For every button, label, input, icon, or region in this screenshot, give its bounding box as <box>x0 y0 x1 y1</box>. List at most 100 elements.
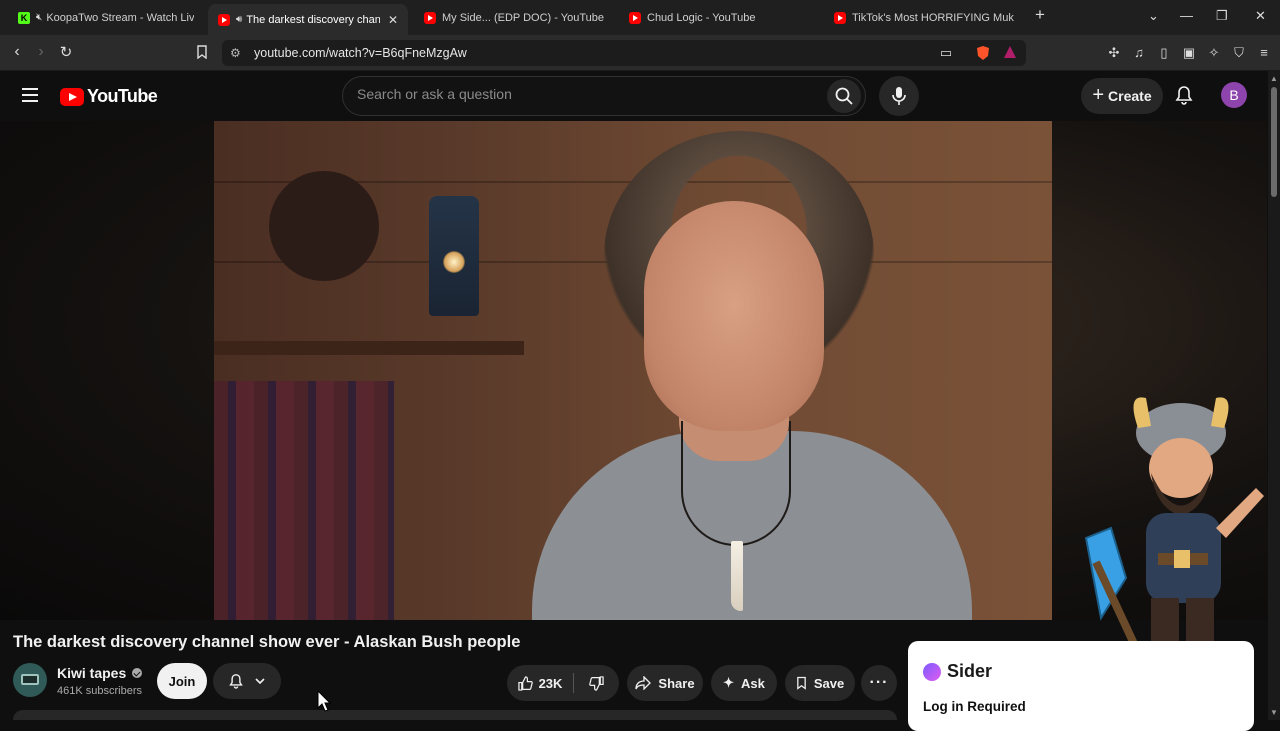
tab-my-side[interactable]: My Side... (EDP DOC) - YouTube <box>414 4 614 31</box>
close-window-icon[interactable]: ✕ <box>1255 8 1266 24</box>
verified-badge-icon <box>132 668 143 678</box>
close-tab-icon[interactable]: ✕ <box>388 13 398 27</box>
lantern <box>429 196 479 316</box>
tooth-pendant <box>731 541 743 611</box>
sidebar-icon[interactable]: ▯ <box>1156 45 1172 61</box>
plaid-blanket <box>214 381 394 620</box>
shelf <box>214 341 524 355</box>
video-title: The darkest discovery channel show ever … <box>13 633 521 651</box>
search-button[interactable] <box>827 79 861 113</box>
page-scrollbar[interactable]: ▲ ▼ <box>1268 71 1280 720</box>
scroll-down-arrow-icon[interactable]: ▼ <box>1270 708 1278 717</box>
vpn-icon[interactable]: ⛉ <box>1231 45 1247 61</box>
scrollbar-thumb[interactable] <box>1271 87 1277 197</box>
tab-label: TikTok's Most HORRIFYING Mukbang <box>852 11 1014 24</box>
plus-icon: + <box>1092 83 1105 106</box>
youtube-header: YouTube + Create B <box>0 71 1280 121</box>
sider-brain-icon <box>923 662 941 681</box>
tab-label: The darkest discovery channe <box>246 13 380 26</box>
brave-rewards-icon[interactable] <box>1002 45 1018 61</box>
bell-icon <box>229 674 243 689</box>
microphone-icon <box>892 87 906 105</box>
speaker-icon[interactable]: 🔊︎ <box>236 14 242 25</box>
avatar-letter: B <box>1229 87 1239 103</box>
sider-brand-text: Sider <box>947 661 993 681</box>
sider-login-status[interactable]: Log in Required <box>923 699 1026 714</box>
ask-button[interactable]: ✦ Ask <box>711 665 777 701</box>
save-button[interactable]: Save <box>785 665 855 701</box>
cast-icon[interactable]: ▭ <box>938 45 954 61</box>
channel-name-row[interactable]: Kiwi tapes <box>57 665 143 681</box>
lantern-glow <box>443 251 465 273</box>
sider-brand: Sider <box>923 661 992 682</box>
ask-label: Ask <box>741 675 765 691</box>
thumbs-up-icon <box>517 675 533 691</box>
notifications-bell-icon[interactable] <box>1175 85 1193 110</box>
reload-icon[interactable]: ↻ <box>56 43 76 61</box>
notification-settings-button[interactable] <box>213 663 281 699</box>
youtube-play-icon <box>60 87 84 106</box>
like-button[interactable]: 23K <box>507 665 573 701</box>
chevron-down-icon <box>255 678 265 684</box>
tab-tiktok-mukbang[interactable]: TikTok's Most HORRIFYING Mukbang <box>824 4 1024 31</box>
channel-name[interactable]: Kiwi tapes <box>57 665 126 681</box>
tab-label: Chud Logic - YouTube <box>647 11 756 24</box>
hamburger-menu-icon[interactable] <box>22 88 38 102</box>
minimize-icon[interactable]: — <box>1180 8 1193 23</box>
create-button[interactable]: + Create <box>1081 78 1163 114</box>
mouse-cursor-icon <box>317 690 331 712</box>
address-bar[interactable]: ⚙︎ youtube.com/watch?v=B6qFneMzgAw <box>222 40 1026 66</box>
join-button[interactable]: Join <box>157 663 207 699</box>
video-frame[interactable] <box>214 121 1052 620</box>
new-tab-icon[interactable]: + <box>1035 5 1045 25</box>
search-input[interactable] <box>357 86 817 102</box>
youtube-icon <box>629 11 641 24</box>
share-arrow-icon <box>635 676 652 690</box>
dislike-button[interactable] <box>574 665 619 701</box>
more-actions-icon[interactable]: ··· <box>861 665 897 701</box>
tab-label: My Side... (EDP DOC) - YouTube <box>442 11 604 24</box>
search-box <box>342 76 866 116</box>
tab-label: KoopaTwo Stream - Watch Live o <box>46 11 194 24</box>
back-icon[interactable]: ‹ <box>7 43 27 61</box>
subscriber-count: 461K subscribers <box>57 685 142 697</box>
like-count: 23K <box>538 675 563 691</box>
sider-panel[interactable]: Sider Log in Required <box>908 641 1254 731</box>
extensions-icon[interactable]: ✣ <box>1106 45 1122 61</box>
tab-list-chevron-icon[interactable]: ⌄ <box>1148 8 1159 24</box>
restore-icon[interactable]: ❐ <box>1216 8 1228 24</box>
create-label: Create <box>1108 88 1152 104</box>
account-avatar[interactable]: B <box>1221 82 1247 108</box>
youtube-logo[interactable]: YouTube <box>60 86 158 107</box>
channel-avatar[interactable] <box>13 663 47 697</box>
brave-shields-icon[interactable] <box>975 45 991 61</box>
site-info-icon[interactable]: ⚙︎ <box>230 46 241 60</box>
save-bookmark-icon <box>796 676 807 690</box>
scroll-up-arrow-icon[interactable]: ▲ <box>1270 74 1278 83</box>
wall-mount <box>269 171 379 281</box>
menu-icon[interactable]: ≡ <box>1256 45 1272 61</box>
youtube-icon <box>834 11 846 24</box>
sparkle-icon: ✦ <box>723 675 735 690</box>
wallet-icon[interactable]: ▣ <box>1181 45 1197 61</box>
tab-chud-logic[interactable]: Chud Logic - YouTube <box>619 4 819 31</box>
media-icon[interactable]: ♫ <box>1131 45 1147 61</box>
necklace-cord <box>681 421 791 546</box>
tab-darkest-discovery[interactable]: 🔊︎ The darkest discovery channe ✕ <box>208 4 408 35</box>
share-label: Share <box>658 675 695 691</box>
forward-icon[interactable]: › <box>31 43 51 61</box>
voice-search-button[interactable] <box>879 76 919 116</box>
tab-koopatwo[interactable]: K 🔇︎ KoopaTwo Stream - Watch Live o <box>8 4 204 31</box>
leo-icon[interactable]: ✧ <box>1206 45 1222 61</box>
bookmark-icon[interactable] <box>192 45 212 62</box>
save-label: Save <box>813 675 845 691</box>
share-button[interactable]: Share <box>627 665 703 701</box>
browser-tab-strip: K 🔇︎ KoopaTwo Stream - Watch Live o 🔊︎ T… <box>0 0 1280 35</box>
like-dislike-group: 23K <box>507 665 619 701</box>
muted-icon[interactable]: 🔇︎ <box>36 12 42 23</box>
description-box[interactable] <box>13 710 897 720</box>
thumbs-down-icon <box>589 675 604 691</box>
join-label: Join <box>168 673 196 689</box>
person-face <box>644 201 824 431</box>
browser-toolbar: ‹ › ↻ ⚙︎ youtube.com/watch?v=B6qFneMzgAw… <box>0 35 1280 71</box>
